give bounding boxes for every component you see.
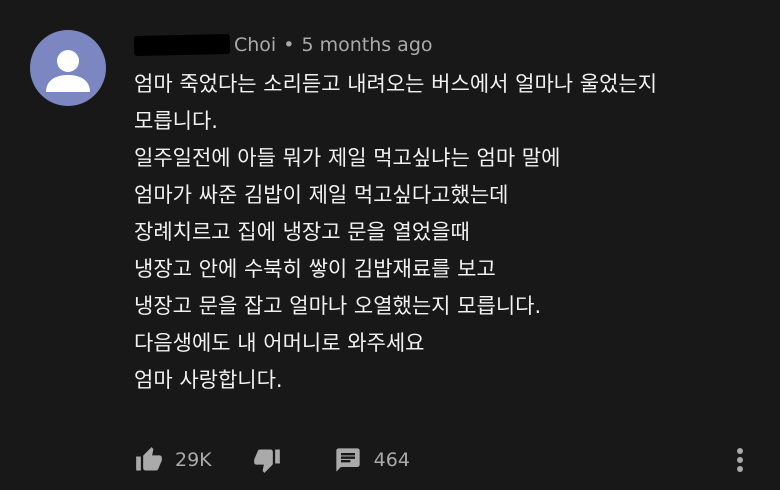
redacted-author-name [133,33,231,57]
author-name[interactable]: Choi [234,34,276,56]
reply-button[interactable]: 464 [334,446,410,474]
comment-line: 엄마 사랑합니다. [134,368,283,392]
more-vert-icon [737,448,743,472]
comment-line: 엄마 죽었다는 소리듣고 내려오는 버스에서 얼마나 울었는지 [134,72,658,96]
comment-actions: 29K 464 [134,440,760,480]
more-options-button[interactable] [736,447,744,473]
comment-line: 냉장고 안에 수북히 쌓이 김밥재료를 보고 [134,257,496,281]
comment-icon [335,448,360,472]
comment-line: 엄마가 싸준 김밥이 제일 먹고싶다고했는데 [134,183,509,207]
default-avatar-icon [46,50,90,92]
thumbs-down-icon [253,449,280,473]
comment-line: 다음생에도 내 어머니로 와주세요 [134,331,425,355]
dislike-button[interactable] [252,446,282,474]
comment-line: 냉장고 문을 잡고 얼마나 오열했는지 모릅니다. [134,294,542,318]
thumbs-up-icon [136,447,162,471]
comment-line: 장례치르고 집에 냉장고 문을 열었을때 [134,220,470,244]
header-separator: • [283,34,295,56]
comment-text: 엄마 죽었다는 소리듣고 내려오는 버스에서 얼마나 울었는지 모릅니다. 일주… [134,66,754,399]
comment-thread: Choi • 5 months ago 엄마 죽었다는 소리듣고 내려오는 버스… [0,0,780,490]
comment-timestamp[interactable]: 5 months ago [301,34,432,56]
comment-line: 일주일전에 아들 뭐가 제일 먹고싶냐는 엄마 말에 [134,146,561,170]
avatar[interactable] [30,30,106,106]
comment-line: 모릅니다. [134,109,218,133]
reply-count: 464 [373,449,410,471]
like-button[interactable]: 29K [134,446,212,474]
like-count: 29K [175,449,212,471]
comment-header: Choi • 5 months ago [133,30,433,60]
